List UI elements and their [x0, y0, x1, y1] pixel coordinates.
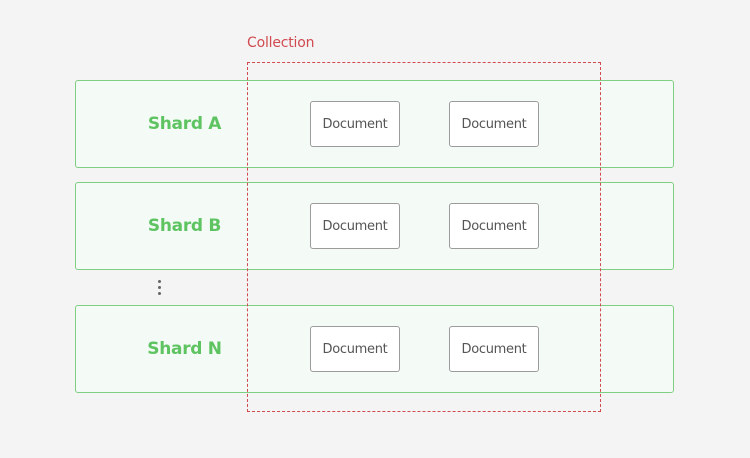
collection-label: Collection — [247, 35, 315, 51]
document-box: Document — [449, 326, 539, 372]
shard-b: Shard B Document Document — [75, 182, 674, 270]
shard-a: Shard A Document Document — [75, 80, 674, 168]
shard-label: Shard B — [147, 216, 222, 236]
shard-n: Shard N Document Document — [75, 305, 674, 393]
document-box: Document — [310, 326, 400, 372]
shard-label: Shard N — [147, 339, 222, 359]
vertical-ellipsis-icon — [154, 280, 164, 298]
shard-label: Shard A — [147, 114, 222, 134]
document-box: Document — [449, 101, 539, 147]
document-box: Document — [449, 203, 539, 249]
document-box: Document — [310, 101, 400, 147]
document-box: Document — [310, 203, 400, 249]
